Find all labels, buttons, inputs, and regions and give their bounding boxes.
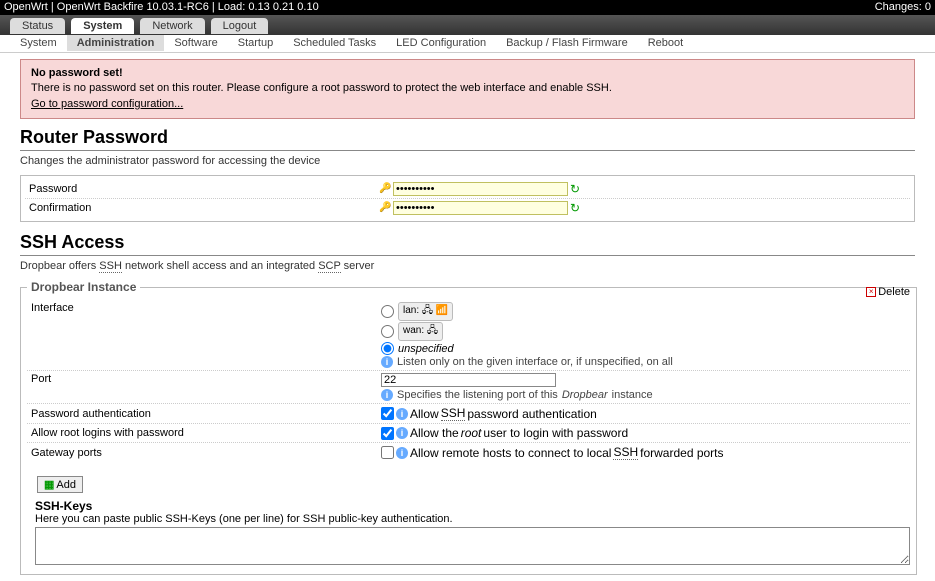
password-label: Password [29,183,379,195]
router-password-heading: Router Password [20,127,915,151]
sub-nav: System Administration Software Startup S… [0,35,935,53]
subnav-administration[interactable]: Administration [67,35,165,51]
interface-wan-radio[interactable] [381,325,394,338]
password-auth-label: Password authentication [31,408,381,420]
changes-counter[interactable]: Changes: 0 [875,0,931,15]
password-input[interactable] [393,182,568,196]
interface-label: Interface [31,302,381,314]
subnav-software[interactable]: Software [164,35,227,51]
nav-system[interactable]: System [71,18,134,34]
key-icon: 🔑 [379,183,391,195]
interface-unspecified-radio[interactable] [381,342,394,355]
info-icon: i [381,356,393,368]
info-icon: i [396,408,408,420]
router-password-desc: Changes the administrator password for a… [20,155,915,167]
ssh-keys-textarea[interactable] [35,527,910,565]
password-auth-checkbox[interactable] [381,407,394,420]
subnav-startup[interactable]: Startup [228,35,283,51]
port-label: Port [31,373,381,385]
root-login-label: Allow root logins with password [31,427,381,439]
password-fieldset: Password 🔑 ↻ Confirmation 🔑 ↻ [20,175,915,222]
add-instance-button[interactable]: ▦Add [37,476,83,493]
nav-network[interactable]: Network [140,18,204,34]
port-input[interactable] [381,373,556,387]
reveal-icon[interactable]: ↻ [570,182,580,196]
close-icon: × [866,287,876,297]
delete-instance-button[interactable]: × Delete [866,286,910,298]
root-login-checkbox[interactable] [381,427,394,440]
dropbear-legend: Dropbear Instance [27,280,140,294]
confirmation-label: Confirmation [29,202,379,214]
subnav-reboot[interactable]: Reboot [638,35,693,51]
subnav-led-configuration[interactable]: LED Configuration [386,35,496,51]
warning-body: There is no password set on this router.… [31,81,904,96]
info-icon: i [396,447,408,459]
ssh-keys-desc: Here you can paste public SSH-Keys (one … [35,513,910,525]
key-icon: 🔑 [379,202,391,214]
no-password-warning: No password set! There is no password se… [20,59,915,119]
scp-abbr: SCP [318,260,340,273]
reveal-icon[interactable]: ↻ [570,201,580,215]
ssh-access-heading: SSH Access [20,232,915,256]
confirmation-input[interactable] [393,201,568,215]
nav-logout[interactable]: Logout [211,18,269,34]
ssh-abbr: SSH [99,260,122,273]
host-info: OpenWrt | OpenWrt Backfire 10.03.1-RC6 |… [4,0,319,15]
plus-icon: ▦ [44,478,54,491]
go-to-password-link[interactable]: Go to password configuration... [31,98,183,110]
ssh-keys-title: SSH-Keys [35,499,910,513]
subnav-scheduled-tasks[interactable]: Scheduled Tasks [283,35,386,51]
ssh-access-desc: Dropbear offers SSH network shell access… [20,260,915,272]
subnav-system[interactable]: System [10,35,67,51]
interface-lan-radio[interactable] [381,305,394,318]
gateway-ports-label: Gateway ports [31,447,381,459]
info-icon: i [396,427,408,439]
main-nav: Status System Network Logout [0,15,935,35]
subnav-backup-flash[interactable]: Backup / Flash Firmware [496,35,638,51]
dropbear-instance: Dropbear Instance × Delete Interface lan… [20,280,917,575]
top-status-bar: OpenWrt | OpenWrt Backfire 10.03.1-RC6 |… [0,0,935,15]
warning-title: No password set! [31,66,904,81]
info-icon: i [381,389,393,401]
gateway-ports-checkbox[interactable] [381,446,394,459]
nav-status[interactable]: Status [10,18,65,34]
